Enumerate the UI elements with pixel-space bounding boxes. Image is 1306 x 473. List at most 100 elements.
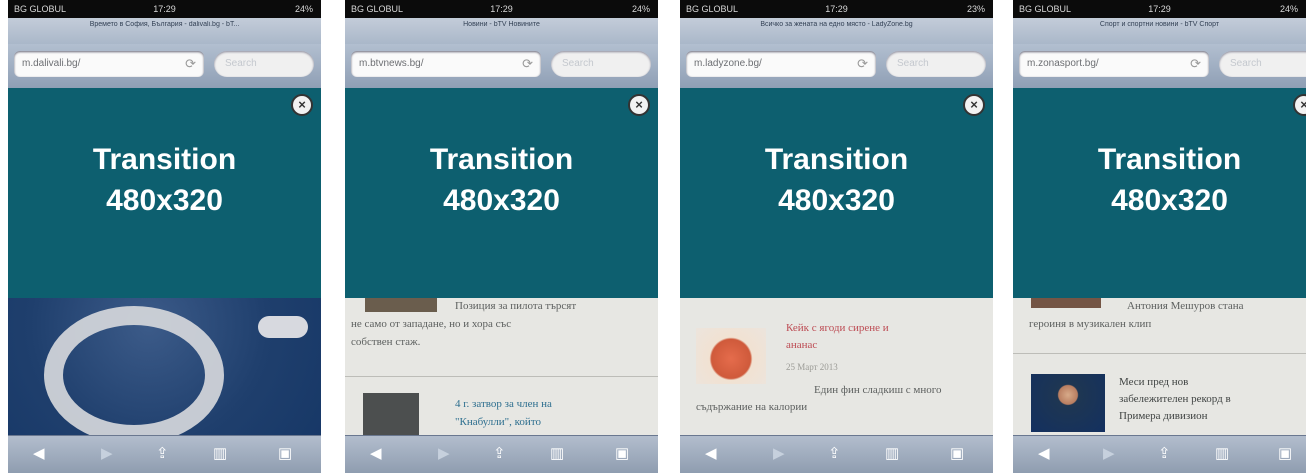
- forward-arrow-icon[interactable]: ▶: [1103, 445, 1115, 463]
- close-icon[interactable]: ×: [628, 94, 650, 116]
- search-placeholder: Search: [225, 58, 257, 69]
- article-thumbnail[interactable]: [696, 328, 766, 384]
- article-summary-line: Антония Мешуров стана: [1127, 300, 1244, 312]
- article-headline[interactable]: 4 г. затвор за член на: [455, 396, 552, 412]
- transition-ad-banner[interactable]: × Transition 480x320: [8, 88, 321, 298]
- url-text: m.dalivali.bg/: [22, 58, 81, 69]
- article-date: 25 Март 2013: [786, 362, 838, 372]
- battery-level: 24%: [631, 4, 650, 14]
- tabs-icon[interactable]: ▣: [278, 445, 292, 463]
- status-time: 17:29: [1148, 4, 1171, 14]
- url-field[interactable]: m.dalivali.bg/ ⟳: [14, 51, 204, 77]
- back-arrow-icon[interactable]: ◀: [33, 445, 45, 463]
- ad-title: Transition: [764, 143, 909, 176]
- bookmarks-icon[interactable]: ▥: [550, 445, 564, 463]
- browser-address-bar: m.dalivali.bg/ ⟳ Search: [8, 44, 321, 89]
- back-arrow-icon[interactable]: ◀: [705, 445, 717, 463]
- search-input[interactable]: Search: [551, 51, 651, 77]
- article-headline[interactable]: ананас: [786, 337, 817, 353]
- article-summary-line: собствен стаж.: [351, 336, 421, 348]
- status-time: 17:29: [153, 4, 176, 14]
- url-text: m.ladyzone.bg/: [694, 58, 762, 69]
- tabs-icon[interactable]: ▣: [950, 445, 964, 463]
- browser-toolbar: ◀ ▶ ⇪ ▥ ▣: [8, 435, 321, 473]
- transition-ad-banner[interactable]: × Transition 480x320: [345, 88, 658, 298]
- article-thumbnail[interactable]: [1031, 374, 1105, 432]
- close-icon[interactable]: ×: [963, 94, 985, 116]
- browser-address-bar: m.btvnews.bg/ ⟳ Search: [345, 44, 658, 89]
- share-icon[interactable]: ⇪: [156, 445, 169, 463]
- phone-screenshot-zonasport: BG GLOBUL 17:29 24% Спорт и спортни нови…: [1013, 0, 1306, 473]
- page-title: Времето в София, България - dalivali.bg …: [89, 21, 240, 28]
- forward-arrow-icon[interactable]: ▶: [773, 445, 785, 463]
- article-headline[interactable]: "Кнабулли", който: [455, 414, 541, 430]
- search-placeholder: Search: [562, 58, 594, 69]
- ad-title: Transition: [429, 143, 574, 176]
- article-headline[interactable]: Примера дивизион: [1119, 408, 1208, 424]
- article-thumbnail[interactable]: [365, 298, 437, 312]
- page-content: Антония Мешуров стана героиня в музикале…: [1013, 298, 1306, 435]
- forward-arrow-icon[interactable]: ▶: [101, 445, 113, 463]
- browser-toolbar: ◀ ▶ ⇪ ▥ ▣: [680, 435, 993, 473]
- forward-arrow-icon[interactable]: ▶: [438, 445, 450, 463]
- close-icon[interactable]: ×: [1293, 94, 1306, 116]
- search-input[interactable]: Search: [214, 51, 314, 77]
- divider: [1013, 353, 1306, 354]
- share-icon[interactable]: ⇪: [828, 445, 841, 463]
- transition-ad-banner[interactable]: × Transition 480x320: [680, 88, 993, 298]
- close-icon[interactable]: ×: [291, 94, 313, 116]
- tabs-icon[interactable]: ▣: [1278, 445, 1292, 463]
- search-placeholder: Search: [897, 58, 929, 69]
- back-arrow-icon[interactable]: ◀: [370, 445, 382, 463]
- browser-address-bar: m.ladyzone.bg/ ⟳ Search: [680, 44, 993, 89]
- back-arrow-icon[interactable]: ◀: [1038, 445, 1050, 463]
- status-bar: BG GLOBUL 17:29 24%: [8, 0, 321, 18]
- bookmarks-icon[interactable]: ▥: [1215, 445, 1229, 463]
- reload-icon[interactable]: ⟳: [522, 56, 533, 72]
- page-title: Спорт и спортни новини - bTV Спорт: [1099, 21, 1220, 28]
- article-thumbnail[interactable]: [1031, 298, 1101, 308]
- bookmarks-icon[interactable]: ▥: [885, 445, 899, 463]
- phone-screenshot-btvnews: BG GLOBUL 17:29 24% Новини - bTV Новинит…: [345, 0, 658, 473]
- article-summary-line: не само от западане, но и хора със: [351, 318, 512, 330]
- search-input[interactable]: Search: [886, 51, 986, 77]
- browser-title-bar: Спорт и спортни новини - bTV Спорт: [1013, 18, 1306, 46]
- share-icon[interactable]: ⇪: [493, 445, 506, 463]
- browser-address-bar: m.zonasport.bg/ ⟳ Search: [1013, 44, 1306, 89]
- url-field[interactable]: m.zonasport.bg/ ⟳: [1019, 51, 1209, 77]
- article-headline[interactable]: забележителен рекорд в: [1119, 391, 1231, 407]
- ad-title: Transition: [92, 143, 237, 176]
- status-time: 17:29: [490, 4, 513, 14]
- browser-toolbar: ◀ ▶ ⇪ ▥ ▣: [1013, 435, 1306, 473]
- article-headline[interactable]: Меси пред нов: [1119, 374, 1188, 390]
- article-thumbnail[interactable]: [363, 393, 419, 435]
- tabs-icon[interactable]: ▣: [615, 445, 629, 463]
- reload-icon[interactable]: ⟳: [857, 56, 868, 72]
- battery-level: 24%: [1279, 4, 1298, 14]
- divider: [345, 376, 658, 377]
- search-input[interactable]: Search: [1219, 51, 1306, 77]
- page-content: Позиция за пилота търсят не само от запа…: [345, 298, 658, 435]
- article-summary-line: Един фин сладкиш с много: [814, 384, 942, 396]
- article-headline[interactable]: Кейк с ягоди сирене и: [786, 320, 889, 336]
- share-icon[interactable]: ⇪: [1158, 445, 1171, 463]
- transition-ad-banner[interactable]: × Transition 480x320: [1013, 88, 1306, 298]
- article-summary-line: съдържание на калории: [696, 401, 808, 413]
- reload-icon[interactable]: ⟳: [185, 56, 196, 72]
- phone-screenshot-dalivali: BG GLOBUL 17:29 24% Времето в София, Бъл…: [8, 0, 321, 473]
- battery-level: 24%: [294, 4, 313, 14]
- phone-screenshot-ladyzone: BG GLOBUL 17:29 23% Всичко за жената на …: [680, 0, 993, 473]
- weather-bar-icon: [258, 316, 308, 338]
- browser-title-bar: Времето в София, България - dalivali.bg …: [8, 18, 321, 46]
- ad-size: 480x320: [778, 184, 895, 217]
- ad-size: 480x320: [443, 184, 560, 217]
- page-content: [8, 298, 321, 435]
- page-content: Кейк с ягоди сирене и ананас 25 Март 201…: [680, 298, 993, 435]
- search-placeholder: Search: [1230, 58, 1262, 69]
- reload-icon[interactable]: ⟳: [1190, 56, 1201, 72]
- ad-title: Transition: [1097, 143, 1242, 176]
- url-field[interactable]: m.btvnews.bg/ ⟳: [351, 51, 541, 77]
- url-field[interactable]: m.ladyzone.bg/ ⟳: [686, 51, 876, 77]
- bookmarks-icon[interactable]: ▥: [213, 445, 227, 463]
- page-title: Всичко за жената на едно място - LadyZon…: [760, 21, 913, 28]
